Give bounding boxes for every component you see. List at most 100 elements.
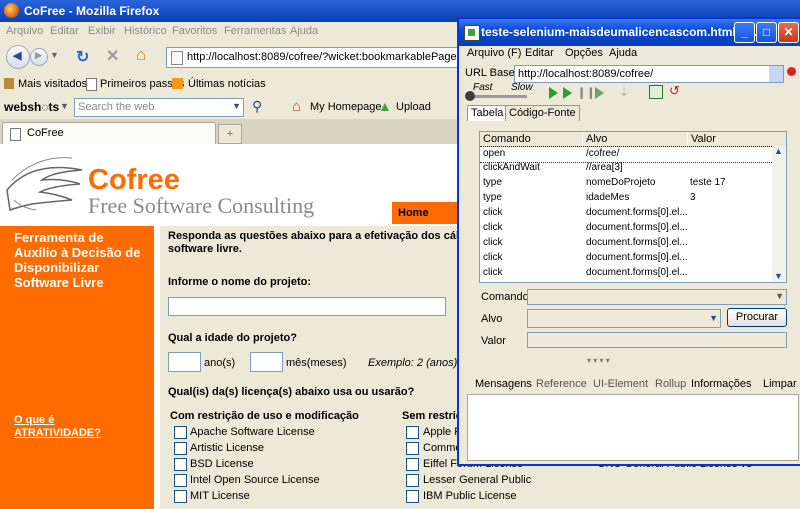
home-nav[interactable]: Home bbox=[392, 202, 462, 224]
clear-log-button[interactable]: Limpar bbox=[763, 378, 797, 390]
upload-button[interactable]: Upload bbox=[396, 101, 431, 113]
webshots-dropdown-icon[interactable]: ▼ bbox=[60, 101, 69, 111]
minimize-button[interactable]: _ bbox=[734, 22, 755, 43]
splitter-handle-icon[interactable]: ▾ ▾ ▾ ▾ bbox=[587, 356, 610, 365]
se-menu-editar[interactable]: Editar bbox=[525, 47, 554, 59]
project-name-label: Informe o nome do projeto: bbox=[168, 276, 311, 288]
play-test-icon[interactable] bbox=[563, 87, 572, 99]
table-row[interactable]: click document.forms[0].el... bbox=[480, 206, 772, 221]
tab-codigo-fonte[interactable]: Código-Fonte bbox=[505, 105, 580, 121]
search-magnifier-icon[interactable]: ⚲ bbox=[252, 98, 262, 115]
license-checkbox[interactable] bbox=[174, 426, 187, 439]
home-icon[interactable]: ⌂ bbox=[136, 45, 146, 65]
speed-slider-track[interactable] bbox=[467, 95, 527, 98]
atratividade-link[interactable]: O que é ATRATIVIDADE? bbox=[14, 414, 134, 440]
table-row[interactable]: clickAndWait //area[3] bbox=[480, 161, 772, 176]
license-checkbox[interactable] bbox=[174, 474, 187, 487]
target-select[interactable]: ▼ bbox=[527, 309, 721, 328]
tab-reference[interactable]: Reference bbox=[536, 378, 587, 390]
tab-tabela[interactable]: Tabela bbox=[467, 105, 508, 121]
target-dropdown-icon[interactable]: ▼ bbox=[709, 313, 718, 323]
se-menu-arquivo[interactable]: Arquivo (F) bbox=[467, 47, 521, 59]
age-months-input[interactable] bbox=[250, 352, 283, 372]
base-url-dropdown-icon[interactable] bbox=[769, 66, 783, 82]
webshots-logo[interactable]: websh◌ts bbox=[4, 100, 59, 114]
base-url-input[interactable]: http://localhost:8089/cofree/ bbox=[514, 65, 784, 83]
row-target: document.forms[0].el... bbox=[586, 222, 688, 233]
col-header-valor[interactable]: Valor bbox=[688, 132, 786, 147]
table-row[interactable]: click document.forms[0].el... bbox=[480, 251, 772, 266]
schedule-icon[interactable]: ↺ bbox=[669, 83, 680, 99]
table-row[interactable]: click document.forms[0].el... bbox=[480, 221, 772, 236]
scroll-down-icon[interactable]: ▼ bbox=[774, 271, 783, 281]
se-menu-ajuda[interactable]: Ajuda bbox=[609, 47, 637, 59]
base-url-value: http://localhost:8089/cofree/ bbox=[518, 68, 654, 80]
tab-ui-element[interactable]: UI-Element bbox=[593, 378, 648, 390]
page-favicon-icon bbox=[171, 51, 183, 65]
bookmark-ultimas-noticias[interactable]: Últimas notícias bbox=[188, 78, 266, 90]
address-bar[interactable]: http://localhost:8089/cofree/?wicket:boo… bbox=[166, 47, 496, 68]
value-input[interactable] bbox=[527, 332, 787, 348]
table-row[interactable]: type idadeMes 3 bbox=[480, 191, 772, 206]
test-runner-icon[interactable] bbox=[649, 85, 663, 99]
stop-icon[interactable]: ✕ bbox=[106, 46, 119, 66]
menu-ferramentas[interactable]: Ferramentas bbox=[224, 25, 286, 37]
new-tab-button[interactable]: + bbox=[218, 124, 242, 144]
history-dropdown-icon[interactable]: ▼ bbox=[50, 50, 59, 60]
menu-editar[interactable]: Editar bbox=[50, 25, 79, 37]
row-command: click bbox=[483, 267, 503, 278]
back-button[interactable]: ◀ bbox=[6, 45, 30, 69]
license-checkbox[interactable] bbox=[406, 442, 419, 455]
menu-historico[interactable]: Histórico bbox=[124, 25, 167, 37]
col-header-alvo[interactable]: Alvo bbox=[583, 132, 687, 147]
search-dropdown-icon[interactable]: ▼ bbox=[232, 101, 241, 111]
menu-arquivo[interactable]: Arquivo bbox=[6, 25, 43, 37]
project-name-input[interactable] bbox=[168, 297, 446, 316]
my-homepage-button[interactable]: My Homepage bbox=[310, 101, 382, 113]
reload-icon[interactable]: ↻ bbox=[76, 47, 89, 67]
license-checkbox[interactable] bbox=[174, 458, 187, 471]
license-checkbox[interactable] bbox=[406, 474, 419, 487]
close-button[interactable]: ✕ bbox=[778, 22, 799, 43]
table-row[interactable]: click document.forms[0].el... bbox=[480, 266, 772, 281]
tab-mensagens[interactable]: Mensagens bbox=[475, 378, 532, 390]
command-table: Comando Alvo Valor open/cofree/ clickAnd… bbox=[479, 131, 787, 283]
record-icon[interactable] bbox=[787, 67, 796, 76]
command-dropdown-icon[interactable]: ▼ bbox=[775, 291, 784, 301]
license-checkbox[interactable] bbox=[174, 490, 187, 503]
tab-cofree[interactable]: CoFree bbox=[2, 122, 216, 145]
table-row[interactable]: type nomeDoProjeto teste 17 bbox=[480, 176, 772, 191]
bookmark-mais-visitados[interactable]: Mais visitados bbox=[18, 78, 87, 90]
command-select[interactable]: ▼ bbox=[527, 289, 787, 305]
step-icon[interactable] bbox=[595, 87, 604, 99]
web-search-input[interactable]: Search the web ▼ bbox=[74, 98, 244, 117]
license-checkbox[interactable] bbox=[174, 442, 187, 455]
forward-button[interactable]: ▶ bbox=[30, 48, 48, 66]
home-link[interactable]: Home bbox=[398, 207, 429, 219]
rss-icon bbox=[172, 78, 183, 89]
row-value: teste 17 bbox=[690, 177, 726, 188]
se-menu-opcoes[interactable]: Opções bbox=[565, 47, 603, 59]
license-label: IBM Public License bbox=[423, 490, 517, 502]
menu-exibir[interactable]: Exibir bbox=[88, 25, 116, 37]
row-target: document.forms[0].el... bbox=[586, 207, 688, 218]
menu-favoritos[interactable]: Favoritos bbox=[172, 25, 217, 37]
menu-ajuda[interactable]: Ajuda bbox=[290, 25, 318, 37]
tab-informacoes[interactable]: Informações bbox=[691, 378, 752, 390]
pause-icon[interactable]: ❙❙ bbox=[577, 86, 595, 99]
find-button[interactable]: Procurar bbox=[727, 308, 787, 327]
age-years-input[interactable] bbox=[168, 352, 201, 372]
col-header-comando[interactable]: Comando bbox=[480, 132, 582, 147]
table-row[interactable]: click document.forms[0].el... bbox=[480, 236, 772, 251]
row-value: 3 bbox=[690, 192, 696, 203]
license-checkbox[interactable] bbox=[406, 490, 419, 503]
license-checkbox[interactable] bbox=[406, 458, 419, 471]
table-scrollbar[interactable]: ▲ ▼ bbox=[772, 146, 786, 281]
play-suite-icon[interactable] bbox=[549, 87, 558, 99]
scroll-up-icon[interactable]: ▲ bbox=[774, 146, 783, 156]
license-checkbox[interactable] bbox=[406, 426, 419, 439]
tab-rollup[interactable]: Rollup bbox=[655, 378, 686, 390]
speed-slider-handle[interactable] bbox=[465, 91, 475, 101]
maximize-button[interactable]: □ bbox=[756, 22, 777, 43]
rollup-icon[interactable]: ⇣ bbox=[619, 85, 629, 99]
